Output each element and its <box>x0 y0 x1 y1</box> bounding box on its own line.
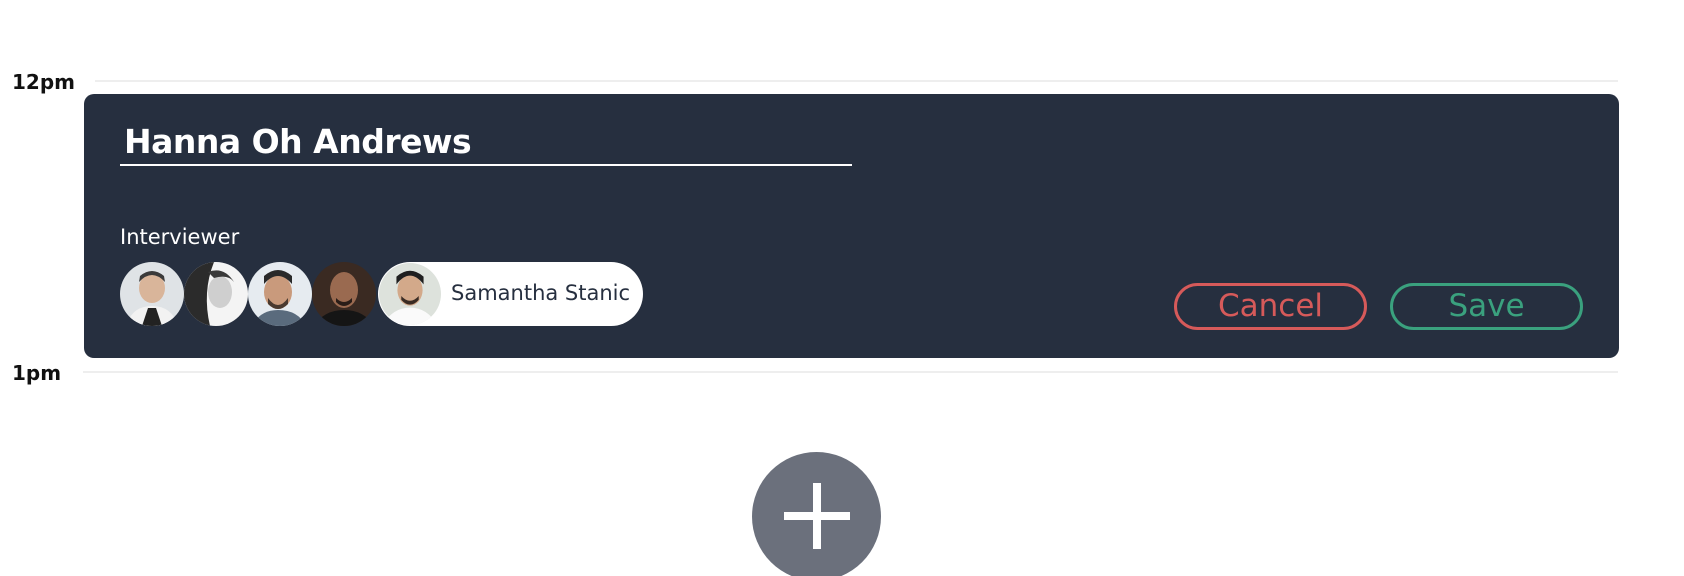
person-avatar-icon <box>120 262 184 326</box>
person-avatar-icon <box>379 263 441 325</box>
interview-event-editor: Hanna Oh Andrews Interviewer Samantha St… <box>84 94 1619 358</box>
interviewer-label: Interviewer <box>120 225 240 249</box>
person-avatar-icon <box>248 262 312 326</box>
selected-interviewer-avatar <box>379 263 441 325</box>
add-event-button[interactable] <box>752 452 881 576</box>
cancel-button[interactable]: Cancel <box>1174 283 1367 330</box>
calendar-day-view: 12pm Hanna Oh Andrews Interviewer Samant… <box>0 0 1684 576</box>
hour-label-1pm: 1pm <box>12 361 62 385</box>
candidate-name-input[interactable]: Hanna Oh Andrews <box>120 120 852 166</box>
candidate-name-text: Hanna Oh Andrews <box>124 122 472 161</box>
hour-label-12pm: 12pm <box>12 70 75 94</box>
save-button[interactable]: Save <box>1390 283 1583 330</box>
hour-divider-12pm <box>95 80 1618 82</box>
hour-divider-1pm <box>83 371 1618 373</box>
person-avatar-icon <box>312 262 376 326</box>
person-avatar-icon <box>184 262 248 326</box>
selected-interviewer-name: Samantha Stanic <box>451 281 631 305</box>
interviewer-avatar-3[interactable] <box>248 262 312 326</box>
selected-interviewer-chip[interactable]: Samantha Stanic <box>378 262 643 326</box>
interviewer-avatar-1[interactable] <box>120 262 184 326</box>
interviewer-avatar-2[interactable] <box>184 262 248 326</box>
interviewer-avatar-4[interactable] <box>312 262 376 326</box>
